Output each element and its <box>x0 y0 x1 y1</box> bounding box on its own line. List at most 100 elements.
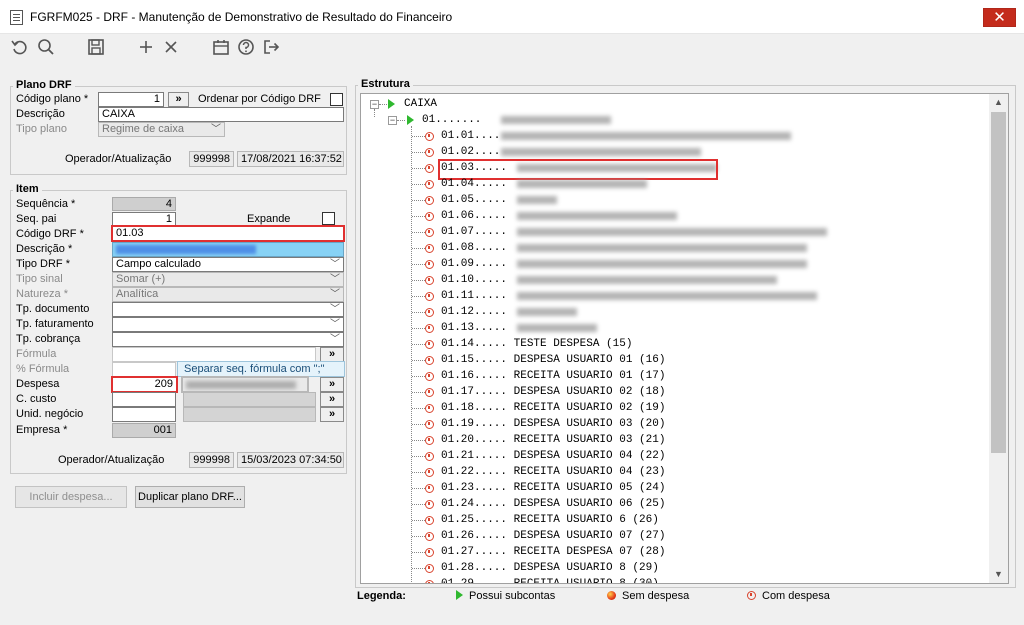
root-expander[interactable]: − <box>370 100 379 109</box>
codigo-plano-lookup-button[interactable]: » <box>168 92 189 107</box>
delete-icon[interactable] <box>161 38 181 58</box>
com-despesa-icon <box>425 372 434 381</box>
scroll-up-icon[interactable]: ▲ <box>989 94 1008 111</box>
tree-node-label[interactable]: 01.27..... RECEITA DESPESA 07 (28) <box>441 544 665 560</box>
tree-node-label[interactable]: 01.28..... DESPESA USUARIO 8 (29) <box>441 560 659 576</box>
tree-node-label[interactable]: 01.04..... <box>441 176 507 192</box>
formula-input[interactable] <box>112 347 316 362</box>
tree-node-label[interactable]: 01.18..... RECEITA USUARIO 02 (19) <box>441 400 665 416</box>
formula-lookup-button[interactable]: » <box>320 347 344 362</box>
tp-faturamento-select[interactable]: ﹀ <box>112 317 344 332</box>
sem-despesa-label: Sem despesa <box>622 590 690 602</box>
empresa-label: Empresa * <box>16 424 68 436</box>
item-legend: Item <box>13 183 42 195</box>
tree-connector <box>379 104 387 105</box>
tree-node-label[interactable]: 01.10..... <box>441 272 507 288</box>
tp-cobranca-select[interactable]: ﹀ <box>112 332 344 347</box>
tree-node-label[interactable]: 01.06..... <box>441 208 507 224</box>
tree-node-label[interactable]: 01.23..... RECEITA USUARIO 05 (24) <box>441 480 665 496</box>
unid-negocio-lookup-button[interactable]: » <box>320 407 344 422</box>
tipo-sinal-label: Tipo sinal <box>16 273 63 285</box>
com-despesa-icon <box>747 591 756 600</box>
despesa-input[interactable]: 209 <box>111 376 178 393</box>
plano-data-value: 17/08/2021 16:37:52 <box>237 151 344 167</box>
calendar-icon[interactable] <box>211 38 231 58</box>
tree-node-label[interactable]: 01.20..... RECEITA USUARIO 03 (21) <box>441 432 665 448</box>
natureza-select: Analítica ﹀ <box>112 287 344 302</box>
c-custo-input[interactable] <box>112 392 176 407</box>
tp-documento-select[interactable]: ﹀ <box>112 302 344 317</box>
codigo-drf-input[interactable]: 01.03 <box>111 225 345 242</box>
unid-negocio-input[interactable] <box>112 407 176 422</box>
undo-icon[interactable] <box>10 38 30 58</box>
expande-checkbox[interactable] <box>322 212 335 225</box>
tree-node-label[interactable]: 01....... <box>422 112 481 128</box>
tree-connector <box>412 424 425 425</box>
save-icon[interactable] <box>86 38 106 58</box>
chevron-down-icon: ﹀ <box>211 124 221 135</box>
tree-node-label[interactable]: 01.19..... DESPESA USUARIO 03 (20) <box>441 416 665 432</box>
tree-connector <box>412 552 425 553</box>
tree-node-label[interactable]: 01.25..... RECEITA USUARIO 6 (26) <box>441 512 659 528</box>
redacted-text <box>517 308 577 316</box>
despesa-lookup-button[interactable]: » <box>320 377 344 392</box>
seq-pai-input[interactable]: 1 <box>112 212 176 226</box>
tree-node-label[interactable]: 01.05..... <box>441 192 507 208</box>
com-despesa-icon <box>425 548 434 557</box>
chevron-down-icon: ﹀ <box>330 259 340 270</box>
tree-node-label[interactable]: 01.24..... DESPESA USUARIO 06 (25) <box>441 496 665 512</box>
tree-node-label[interactable]: 01.15..... DESPESA USUARIO 01 (16) <box>441 352 665 368</box>
com-despesa-icon <box>425 468 434 477</box>
sequencia-value: 4 <box>112 197 176 211</box>
tree-connector <box>412 248 425 249</box>
tree-node-label[interactable]: 01.07..... <box>441 224 507 240</box>
tree-connector <box>412 488 425 489</box>
structure-tree[interactable]: − CAIXA −01....... 01.01.... 01.02.... 01.03.… <box>360 93 1009 584</box>
help-icon[interactable] <box>236 38 256 58</box>
codigo-plano-input[interactable]: 1 <box>98 92 164 107</box>
level1-expander[interactable]: − <box>388 116 397 125</box>
formula-label: Fórmula <box>16 348 57 360</box>
tree-node-label[interactable]: 01.21..... DESPESA USUARIO 04 (22) <box>441 448 665 464</box>
percent-formula-input[interactable] <box>112 362 176 377</box>
descricao-plano-input[interactable]: CAIXA <box>98 107 344 122</box>
despesa-description <box>181 376 309 393</box>
close-button[interactable]: ✕ <box>983 8 1016 27</box>
despesa-label: Despesa <box>16 378 60 390</box>
com-despesa-icon <box>425 276 434 285</box>
tree-connector <box>374 109 375 117</box>
tree-node-label[interactable]: 01.02.... <box>441 144 500 160</box>
tree-node-label[interactable]: 01.12..... <box>441 304 507 320</box>
com-despesa-icon <box>425 324 434 333</box>
tree-node-label[interactable]: 01.14..... TESTE DESPESA (15) <box>441 336 632 352</box>
tree-node-label[interactable]: 01.11..... <box>441 288 507 304</box>
tree-node-label[interactable]: 01.22..... RECEITA USUARIO 04 (23) <box>441 464 665 480</box>
scroll-down-icon[interactable]: ▼ <box>989 566 1008 583</box>
tree-node-label[interactable]: 01.17..... DESPESA USUARIO 02 (18) <box>441 384 665 400</box>
search-icon[interactable] <box>36 38 56 58</box>
duplicar-plano-button[interactable]: Duplicar plano DRF... <box>135 486 245 508</box>
tree-node-label[interactable]: 01.16..... RECEITA USUARIO 01 (17) <box>441 368 665 384</box>
plano-operador-value: 999998 <box>189 151 234 167</box>
tree-node-label[interactable]: 01.01.... <box>441 128 500 144</box>
tree-node-label[interactable]: 01.08..... <box>441 240 507 256</box>
exit-icon[interactable] <box>261 38 281 58</box>
com-despesa-icon <box>425 180 434 189</box>
scroll-thumb[interactable] <box>991 112 1006 453</box>
tree-connector <box>412 136 425 137</box>
incluir-despesa-button[interactable]: Incluir despesa... <box>15 486 127 508</box>
tipo-drf-select[interactable]: Campo calculado ﹀ <box>112 257 344 272</box>
tree-root-label[interactable]: CAIXA <box>404 96 437 112</box>
c-custo-lookup-button[interactable]: » <box>320 392 344 407</box>
tree-node-label[interactable]: 01.26..... DESPESA USUARIO 07 (27) <box>441 528 665 544</box>
redacted-text <box>517 180 647 188</box>
descricao-item-input[interactable] <box>112 242 344 257</box>
tree-node-label[interactable]: 01.29..... RECEITA USUARIO 8 (30) <box>441 576 659 583</box>
item-data-value: 15/03/2023 07:34:50 <box>237 452 344 468</box>
tree-node-label[interactable]: 01.13..... <box>441 320 507 336</box>
tree-connector <box>412 504 425 505</box>
tree-node-label[interactable]: 01.09..... <box>441 256 507 272</box>
ordenar-checkbox[interactable] <box>330 93 343 106</box>
add-icon[interactable] <box>136 38 156 58</box>
tipo-sinal-select: Somar (+) ﹀ <box>112 272 344 287</box>
